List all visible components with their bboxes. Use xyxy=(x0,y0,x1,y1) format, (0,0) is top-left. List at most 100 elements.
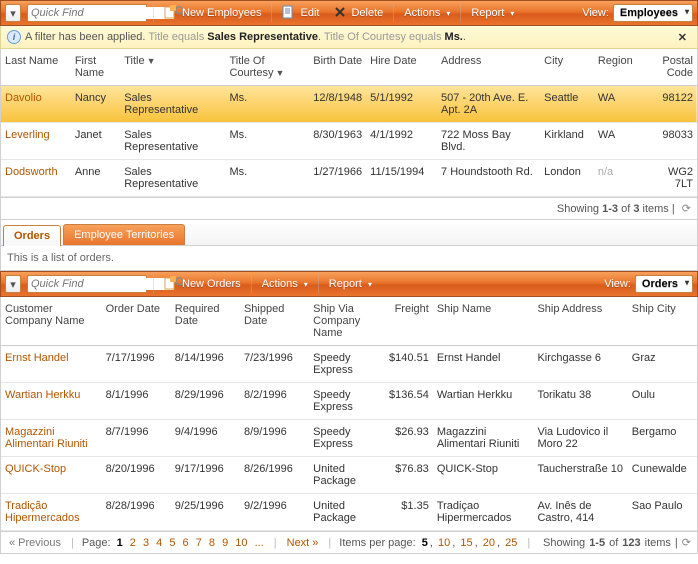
page-number[interactable]: 1 xyxy=(115,537,125,549)
table-row[interactable]: DodsworthAnneSales RepresentativeMs.1/27… xyxy=(1,160,697,197)
page-number[interactable]: 9 xyxy=(220,537,230,549)
chevron-down-icon: ▾ xyxy=(510,9,514,18)
page-number[interactable]: ... xyxy=(253,537,266,549)
chevron-down-icon: ▾ xyxy=(10,7,16,20)
close-filter-button[interactable]: ✕ xyxy=(674,31,691,44)
tab-employee-territories[interactable]: Employee Territories xyxy=(63,224,185,245)
filter-icon: ▼ xyxy=(276,68,285,78)
col-title[interactable]: Title▼ xyxy=(120,49,225,86)
company-link[interactable]: Magazzini Alimentari Riuniti xyxy=(1,420,102,457)
page-number[interactable]: 2 xyxy=(128,537,138,549)
last-name-link[interactable]: Leverling xyxy=(1,123,71,160)
items-per-page-option[interactable]: 15 xyxy=(458,537,474,549)
toolbar-menu-dropdown[interactable]: ▾ xyxy=(5,275,21,293)
col-order-date[interactable]: Order Date xyxy=(102,297,171,346)
items-per-page-option[interactable]: 10 xyxy=(436,537,452,549)
edit-label: Edit xyxy=(300,7,319,19)
company-link[interactable]: Wartian Herkku xyxy=(1,383,102,420)
items-per-page-option[interactable]: 20 xyxy=(481,537,497,549)
col-freight[interactable]: Freight xyxy=(380,297,432,346)
toolbar-separator xyxy=(393,4,394,22)
refresh-icon[interactable]: ⟳ xyxy=(682,536,691,549)
col-required-date[interactable]: Required Date xyxy=(171,297,240,346)
prev-page[interactable]: « Previous xyxy=(7,537,63,549)
toolbar-separator xyxy=(318,275,319,293)
quick-find-wrap xyxy=(27,275,147,293)
report-menu[interactable]: Report▾ xyxy=(325,278,376,290)
col-ship-city[interactable]: Ship City xyxy=(628,297,697,346)
employees-table: Last Name First Name Title▼ Title Of Cou… xyxy=(1,49,697,197)
delete-icon xyxy=(333,5,347,22)
col-shipped-date[interactable]: Shipped Date xyxy=(240,297,309,346)
detail-tabs: Orders Employee Territories xyxy=(0,220,698,246)
delete-button[interactable]: Delete xyxy=(329,5,387,22)
last-name-link[interactable]: Davolio xyxy=(1,86,71,123)
employees-grid: Last Name First Name Title▼ Title Of Cou… xyxy=(0,49,698,198)
view-dropdown[interactable]: Orders xyxy=(635,275,693,293)
table-row[interactable]: Ernst Handel7/17/19968/14/19967/23/1996S… xyxy=(1,346,697,383)
tab-description: This is a list of orders. xyxy=(0,246,698,271)
new-employees-button[interactable]: New Employees xyxy=(160,5,265,22)
col-city[interactable]: City xyxy=(540,49,594,86)
col-postal[interactable]: Postal Code xyxy=(645,49,697,86)
col-hire-date[interactable]: Hire Date xyxy=(366,49,437,86)
chevron-down-icon: ▾ xyxy=(304,280,308,289)
col-first-name[interactable]: First Name xyxy=(71,49,120,86)
actions-menu[interactable]: Actions▾ xyxy=(258,278,312,290)
new-employees-label: New Employees xyxy=(182,7,261,19)
col-address[interactable]: Address xyxy=(437,49,540,86)
page-number[interactable]: 5 xyxy=(167,537,177,549)
orders-grid: Customer Company Name Order Date Require… xyxy=(0,297,698,532)
chevron-down-icon: ▾ xyxy=(368,280,372,289)
view-dropdown[interactable]: Employees xyxy=(613,4,693,22)
new-orders-label: New Orders xyxy=(182,278,241,290)
page-number[interactable]: 3 xyxy=(141,537,151,549)
company-link[interactable]: Ernst Handel xyxy=(1,346,102,383)
page-number[interactable]: 6 xyxy=(181,537,191,549)
edit-icon xyxy=(282,5,296,22)
company-link[interactable]: QUICK-Stop xyxy=(1,457,102,494)
new-icon xyxy=(164,5,178,22)
table-row[interactable]: Tradição Hipermercados8/28/19969/25/1996… xyxy=(1,494,697,531)
view-selector: View: Orders xyxy=(604,275,693,293)
next-page[interactable]: Next » xyxy=(285,537,321,549)
quick-find-wrap xyxy=(27,4,147,22)
table-row[interactable]: Wartian Herkku8/1/19968/29/19968/2/1996S… xyxy=(1,383,697,420)
table-row[interactable]: LeverlingJanetSales RepresentativeMs.8/3… xyxy=(1,123,697,160)
table-row[interactable]: DavolioNancySales RepresentativeMs.12/8/… xyxy=(1,86,697,123)
orders-pager: « Previous | Page: 1 2 3 4 5 6 7 8 9 10 … xyxy=(0,532,698,554)
col-region[interactable]: Region xyxy=(594,49,646,86)
col-ship-address[interactable]: Ship Address xyxy=(533,297,627,346)
page-number[interactable]: 4 xyxy=(154,537,164,549)
items-per-page-option[interactable]: 5 xyxy=(420,537,430,549)
col-company[interactable]: Customer Company Name xyxy=(1,297,102,346)
edit-button[interactable]: Edit xyxy=(278,5,323,22)
new-orders-button[interactable]: New Orders xyxy=(160,276,245,293)
employees-footer: Showing 1-3 of 3 items | ⟳ xyxy=(0,198,698,220)
items-per-page-option[interactable]: 25 xyxy=(503,537,519,549)
actions-menu[interactable]: Actions▾ xyxy=(400,7,454,19)
filter-bar: i A filter has been applied. Title equal… xyxy=(0,26,698,49)
delete-label: Delete xyxy=(351,7,383,19)
report-menu[interactable]: Report▾ xyxy=(467,7,518,19)
col-birth-date[interactable]: Birth Date xyxy=(297,49,366,86)
tab-orders[interactable]: Orders xyxy=(3,225,61,246)
page-number[interactable]: 7 xyxy=(194,537,204,549)
toolbar-separator xyxy=(153,4,154,22)
toolbar-separator xyxy=(251,275,252,293)
company-link[interactable]: Tradição Hipermercados xyxy=(1,494,102,531)
toolbar-separator xyxy=(153,275,154,293)
table-row[interactable]: QUICK-Stop8/20/19969/17/19968/26/1996Uni… xyxy=(1,457,697,494)
last-name-link[interactable]: Dodsworth xyxy=(1,160,71,197)
toolbar-menu-dropdown[interactable]: ▾ xyxy=(5,4,21,22)
col-title-of-courtesy[interactable]: Title Of Courtesy▼ xyxy=(225,49,297,86)
col-ship-via[interactable]: Ship Via Company Name xyxy=(309,297,380,346)
table-row[interactable]: Magazzini Alimentari Riuniti8/7/19969/4/… xyxy=(1,420,697,457)
employees-toolbar: ▾ New Employees Edit Delete Actions▾ Rep… xyxy=(0,0,698,26)
page-number[interactable]: 10 xyxy=(233,537,249,549)
col-ship-name[interactable]: Ship Name xyxy=(433,297,534,346)
page-number[interactable]: 8 xyxy=(207,537,217,549)
col-last-name[interactable]: Last Name xyxy=(1,49,71,86)
toolbar-separator xyxy=(460,4,461,22)
refresh-icon[interactable]: ⟳ xyxy=(682,203,691,215)
